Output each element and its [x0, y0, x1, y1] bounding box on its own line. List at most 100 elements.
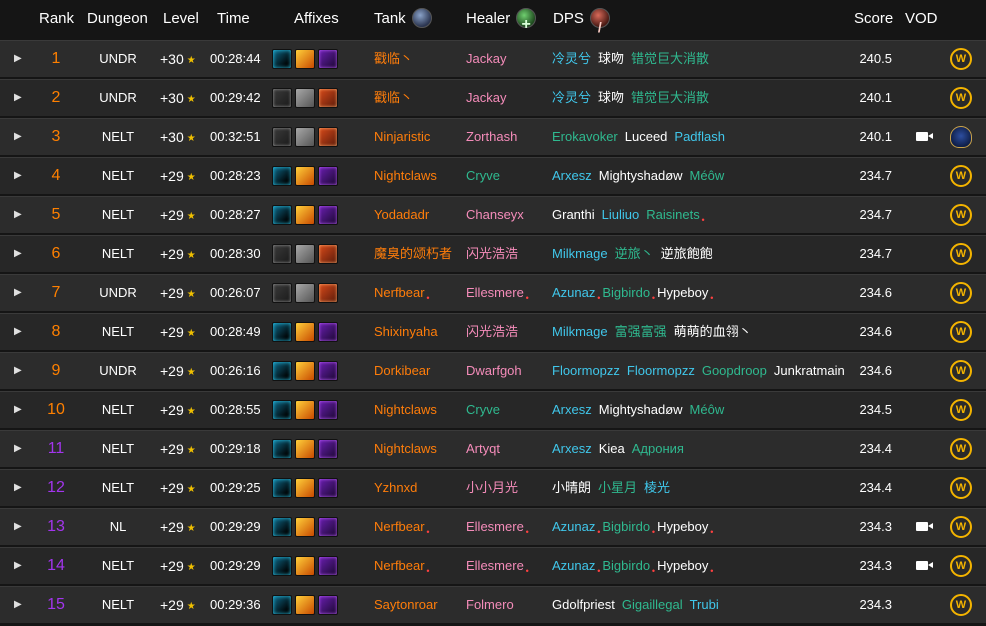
dps-player-link[interactable]: Gigaillegal: [622, 597, 683, 612]
necrotic-affix-icon[interactable]: [295, 282, 315, 303]
wow-logo-icon[interactable]: W: [950, 320, 972, 343]
table-row[interactable]: ▶ 11 NELT +29 ★ 00:29:18 Nightclaws Artyqt Arxes…: [0, 430, 986, 467]
table-row[interactable]: ▶ 15 NELT +29 ★ 00:29:36 Saytonroar Folmero Gdol…: [0, 586, 986, 623]
tyrannical-affix-icon[interactable]: [318, 477, 338, 498]
dps-player-link[interactable]: 小晴朗: [552, 480, 591, 495]
table-row[interactable]: ▶ 8 NELT +29 ★ 00:28:49 Shixinyaha 闪光浩浩 Milkmage…: [0, 313, 986, 350]
table-row[interactable]: ▶ 7 UNDR +29 ★ 00:26:07 Nerfbear • Ellesmere • Azu…: [0, 274, 986, 311]
table-row[interactable]: ▶ 14 NELT +29 ★ 00:29:29 Nerfbear • Ellesmere • Az…: [0, 547, 986, 584]
volcanic-affix-icon[interactable]: [295, 399, 315, 420]
dps-player-link[interactable]: Hypeboy •: [657, 519, 713, 537]
caret-right-icon[interactable]: ▶: [14, 80, 24, 116]
bolster-affix-icon[interactable]: [272, 360, 292, 381]
dps-player-link[interactable]: Liuliuo: [602, 207, 640, 222]
dps-player-link[interactable]: 球吻: [598, 51, 624, 66]
bolster-affix-icon[interactable]: [272, 48, 292, 69]
dps-player-link[interactable]: Padflash: [674, 129, 725, 144]
caret-right-icon[interactable]: ▶: [14, 392, 24, 428]
tank-player-link[interactable]: Nightclaws: [374, 168, 437, 183]
dps-player-link[interactable]: Méôw: [690, 402, 725, 417]
dps-player-link[interactable]: Trubi: [690, 597, 719, 612]
wow-logo-icon[interactable]: W: [950, 164, 972, 187]
dps-player-link[interactable]: Arxesz: [552, 402, 592, 417]
fortified-affix-icon[interactable]: [318, 87, 338, 108]
caret-right-icon[interactable]: ▶: [14, 236, 24, 272]
tank-player-link[interactable]: Nerfbear •: [374, 519, 430, 537]
table-row[interactable]: ▶ 13 NL +29 ★ 00:29:29 Nerfbear • Ellesmere • Azun…: [0, 508, 986, 545]
caret-right-icon[interactable]: ▶: [14, 587, 24, 623]
volcanic-affix-icon[interactable]: [295, 321, 315, 342]
dps-player-link[interactable]: Luceed: [625, 129, 668, 144]
fortified-affix-icon[interactable]: [318, 243, 338, 264]
dps-player-link[interactable]: Méôw: [690, 168, 725, 183]
bolster-affix-icon[interactable]: [272, 399, 292, 420]
volcanic-affix-icon[interactable]: [295, 360, 315, 381]
tank-player-link[interactable]: Yodadadr: [374, 207, 429, 222]
healer-player-link[interactable]: Zorthash: [466, 129, 517, 144]
tank-player-link[interactable]: Saytonroar: [374, 597, 438, 612]
caret-right-icon[interactable]: ▶: [14, 353, 24, 389]
tank-player-link[interactable]: Dorkibear: [374, 363, 430, 378]
wow-logo-icon[interactable]: W: [950, 554, 972, 577]
caret-right-icon[interactable]: ▶: [14, 548, 24, 584]
dps-player-link[interactable]: 错觉巨大消散: [631, 90, 709, 105]
tyrannical-affix-icon[interactable]: [318, 438, 338, 459]
bolster-affix-icon[interactable]: [272, 204, 292, 225]
table-row[interactable]: ▶ 3 NELT +30 ★ 00:32:51 Ninjaristic Zorthash Ero…: [0, 118, 986, 155]
tyrannical-affix-icon[interactable]: [318, 399, 338, 420]
bolster-affix-icon[interactable]: [272, 321, 292, 342]
wow-logo-icon[interactable]: W: [950, 437, 972, 460]
dps-player-link[interactable]: 冷灵兮: [552, 51, 591, 66]
dps-player-link[interactable]: Floormopzz: [627, 363, 695, 378]
dps-player-link[interactable]: Milkmage: [552, 324, 608, 339]
dps-player-link[interactable]: Kiea: [599, 441, 625, 456]
table-row[interactable]: ▶ 10 NELT +29 ★ 00:28:55 Nightclaws Cryve Arxesz…: [0, 391, 986, 428]
wow-logo-icon[interactable]: W: [950, 47, 972, 70]
dps-player-link[interactable]: Granthi: [552, 207, 595, 222]
tank-player-link[interactable]: 戳临丶: [374, 90, 413, 105]
table-row[interactable]: ▶ 9 UNDR +29 ★ 00:26:16 Dorkibear Dwarfgoh Floor…: [0, 352, 986, 389]
tank-player-link[interactable]: Nerfbear •: [374, 558, 430, 576]
dps-player-link[interactable]: 小星月: [598, 480, 637, 495]
wow-logo-icon[interactable]: W: [950, 476, 972, 499]
tyrannical-affix-icon[interactable]: [318, 516, 338, 537]
healer-player-link[interactable]: 闪光浩浩: [466, 324, 518, 339]
tyrannical-affix-icon[interactable]: [318, 321, 338, 342]
header-dungeon[interactable]: Dungeon: [87, 0, 148, 38]
dps-player-link[interactable]: Bigbirdo •: [602, 519, 655, 537]
dps-player-link[interactable]: Bigbirdo •: [602, 285, 655, 303]
tank-player-link[interactable]: 魔臭的颂朽者: [374, 246, 452, 261]
table-row[interactable]: ▶ 1 UNDR +30 ★ 00:28:44 戳临丶 Jackay 冷灵兮 球吻 错觉巨大消散 24…: [0, 40, 986, 77]
necrotic-affix-icon[interactable]: [295, 87, 315, 108]
healer-player-link[interactable]: Ellesmere •: [466, 519, 529, 537]
volcanic-affix-icon[interactable]: [295, 165, 315, 186]
table-row[interactable]: ▶ 2 UNDR +30 ★ 00:29:42 戳临丶 Jackay 冷灵兮 球吻 错觉巨大消散 24…: [0, 79, 986, 116]
header-score[interactable]: Score: [854, 0, 893, 38]
healer-player-link[interactable]: Jackay: [466, 51, 506, 66]
table-row[interactable]: ▶ 4 NELT +29 ★ 00:28:23 Nightclaws Cryve Arxesz M…: [0, 157, 986, 194]
dps-player-link[interactable]: Gdolfpriest: [552, 597, 615, 612]
dps-player-link[interactable]: Bigbirdo •: [602, 558, 655, 576]
wow-logo-icon[interactable]: W: [950, 242, 972, 265]
dps-player-link[interactable]: Azunaz •: [552, 558, 600, 576]
tyrannical-affix-icon[interactable]: [318, 360, 338, 381]
header-level[interactable]: Level: [163, 0, 199, 38]
volcanic-affix-icon[interactable]: [295, 594, 315, 615]
healer-player-link[interactable]: Ellesmere •: [466, 558, 529, 576]
bolster-affix-icon[interactable]: [272, 438, 292, 459]
dps-player-link[interactable]: Raisinets •: [646, 207, 704, 225]
volcanic-affix-icon[interactable]: [295, 438, 315, 459]
wow-logo-icon[interactable]: W: [950, 515, 972, 538]
bolster-affix-icon[interactable]: [272, 594, 292, 615]
tyrannical-affix-icon[interactable]: [318, 204, 338, 225]
video-camera-icon[interactable]: [916, 561, 933, 571]
dps-player-link[interactable]: Hypeboy •: [657, 558, 713, 576]
healer-player-link[interactable]: Artyqt: [466, 441, 500, 456]
bolster-affix-icon[interactable]: [272, 555, 292, 576]
dps-player-link[interactable]: 棱光: [644, 480, 670, 495]
dps-player-link[interactable]: 富强富强: [615, 324, 667, 339]
dps-player-link[interactable]: 球吻: [598, 90, 624, 105]
necrotic-affix-icon[interactable]: [295, 126, 315, 147]
grievous-affix-icon[interactable]: [272, 126, 292, 147]
tank-player-link[interactable]: Shixinyaha: [374, 324, 438, 339]
